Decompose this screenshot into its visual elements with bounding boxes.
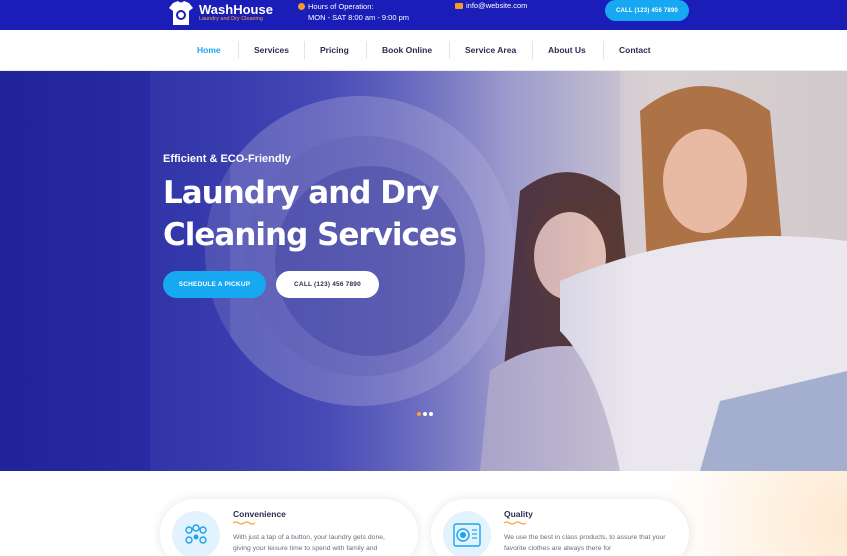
shirt-washer-icon xyxy=(169,1,193,25)
nav-item-services[interactable]: Services xyxy=(254,45,289,55)
brand-name: WashHouse xyxy=(199,2,273,18)
hero-title-line-2: Cleaning Services xyxy=(163,217,457,253)
feature-description: We use the best in class products, to as… xyxy=(504,534,666,552)
slider-dot[interactable] xyxy=(429,412,433,416)
schedule-pickup-button[interactable]: SCHEDULE A PICKUP xyxy=(163,271,266,298)
nav-item-contact[interactable]: Contact xyxy=(619,45,651,55)
nav-item-service-area[interactable]: Service Area xyxy=(465,45,516,55)
nav-item-book-online[interactable]: Book Online xyxy=(382,45,432,55)
washing-machine-icon xyxy=(453,523,481,547)
hero-banner: Efficient & ECO-Friendly Laundry and Dry… xyxy=(0,71,847,471)
nav-divider xyxy=(532,41,533,59)
hero-title: Laundry and Dry Cleaning Services xyxy=(163,172,457,256)
feature-icon-wrap xyxy=(443,511,491,556)
nav-item-home[interactable]: Home xyxy=(197,45,221,55)
nav-divider xyxy=(603,41,604,59)
slider-dot[interactable] xyxy=(417,412,421,416)
nav-divider xyxy=(238,41,239,59)
nav-item-about-us[interactable]: About Us xyxy=(548,45,586,55)
hero-title-line-1: Laundry and Dry xyxy=(163,175,440,211)
brand-logo[interactable]: WashHouse Laundry and Dry Cleaning xyxy=(167,0,273,26)
nav-divider xyxy=(449,41,450,59)
top-bar: WashHouse Laundry and Dry Cleaning Hours… xyxy=(0,0,847,30)
feature-card-quality: Quality We use the best in class product… xyxy=(431,499,689,556)
people-network-icon xyxy=(185,524,207,544)
hours-label: Hours of Operation: xyxy=(308,2,374,11)
wave-divider-icon xyxy=(504,521,526,525)
slider-pagination xyxy=(417,412,435,416)
call-button-hero[interactable]: CALL (123) 456 7890 xyxy=(276,271,379,298)
clock-icon xyxy=(298,3,305,10)
main-navigation: Home Services Pricing Book Online Servic… xyxy=(0,30,847,71)
feature-title: Quality xyxy=(504,509,533,519)
nav-divider xyxy=(304,41,305,59)
wave-divider-icon xyxy=(233,521,255,525)
nav-divider xyxy=(366,41,367,59)
feature-card-convenience: Convenience With just a tap of a button,… xyxy=(160,499,418,556)
mail-icon xyxy=(455,2,463,9)
nav-item-pricing[interactable]: Pricing xyxy=(320,45,349,55)
hours-of-operation: Hours of Operation: MON - SAT 8:00 am - … xyxy=(298,1,409,23)
features-section: Convenience With just a tap of a button,… xyxy=(0,471,847,556)
hero-eyebrow: Efficient & ECO-Friendly xyxy=(163,153,291,165)
hero-overlay xyxy=(0,71,847,471)
feature-title: Convenience xyxy=(233,509,286,519)
email-contact[interactable]: info@website.com xyxy=(455,1,527,10)
feature-description: With just a tap of a button, your laundr… xyxy=(233,534,385,552)
feature-icon-wrap xyxy=(172,511,220,556)
brand-tagline: Laundry and Dry Cleaning xyxy=(199,16,263,23)
slider-dot[interactable] xyxy=(423,412,427,416)
call-button-top[interactable]: CALL (123) 456 7890 xyxy=(605,0,689,21)
email-text: info@website.com xyxy=(466,1,528,10)
hours-value: MON - SAT 8:00 am - 9:00 pm xyxy=(308,13,410,22)
